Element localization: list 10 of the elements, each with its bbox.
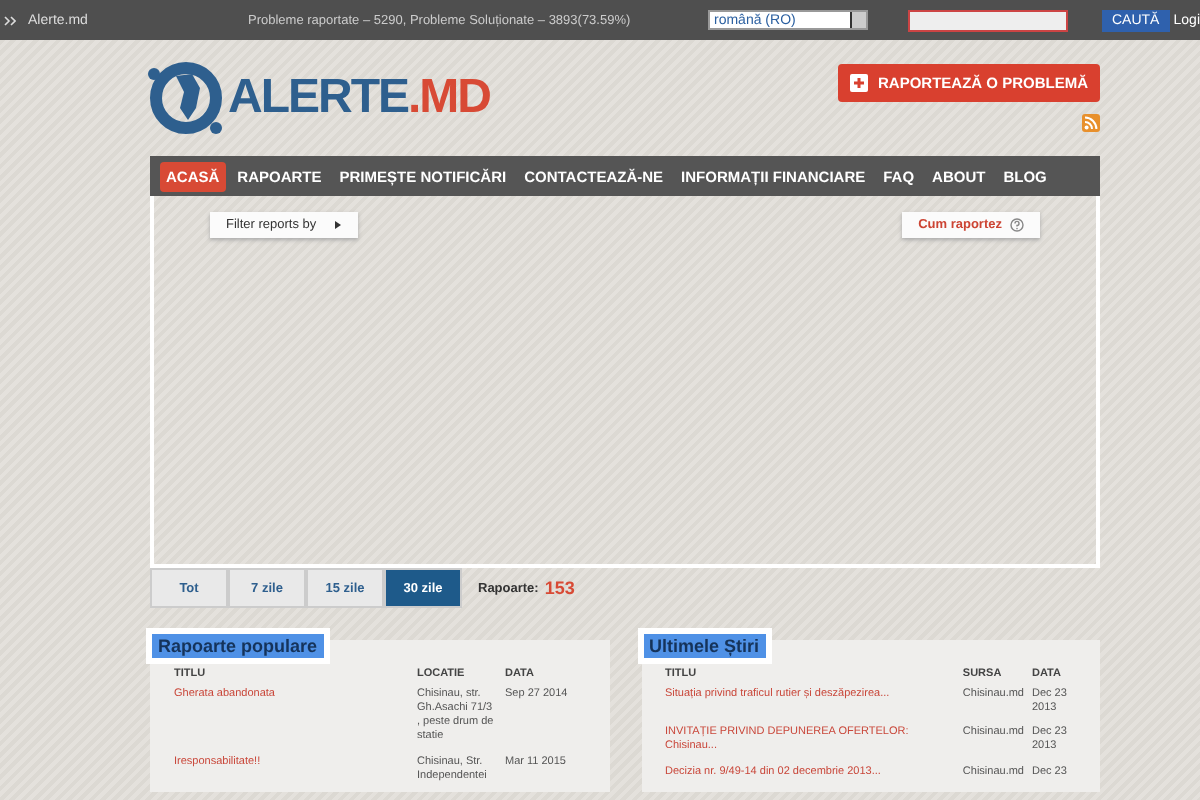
caret-icon xyxy=(334,220,342,230)
logo-text: ALERTE.MD xyxy=(228,70,490,126)
reports-count: 153 xyxy=(544,578,575,598)
logo-icon xyxy=(144,56,228,140)
panel-title: Rapoarte populare xyxy=(146,628,330,664)
plus-icon xyxy=(850,74,868,92)
panel-title: Ultimele Știri xyxy=(637,628,772,664)
search-field[interactable] xyxy=(908,9,1068,31)
help-icon xyxy=(1010,218,1024,232)
double-chevron-icon xyxy=(4,15,16,25)
